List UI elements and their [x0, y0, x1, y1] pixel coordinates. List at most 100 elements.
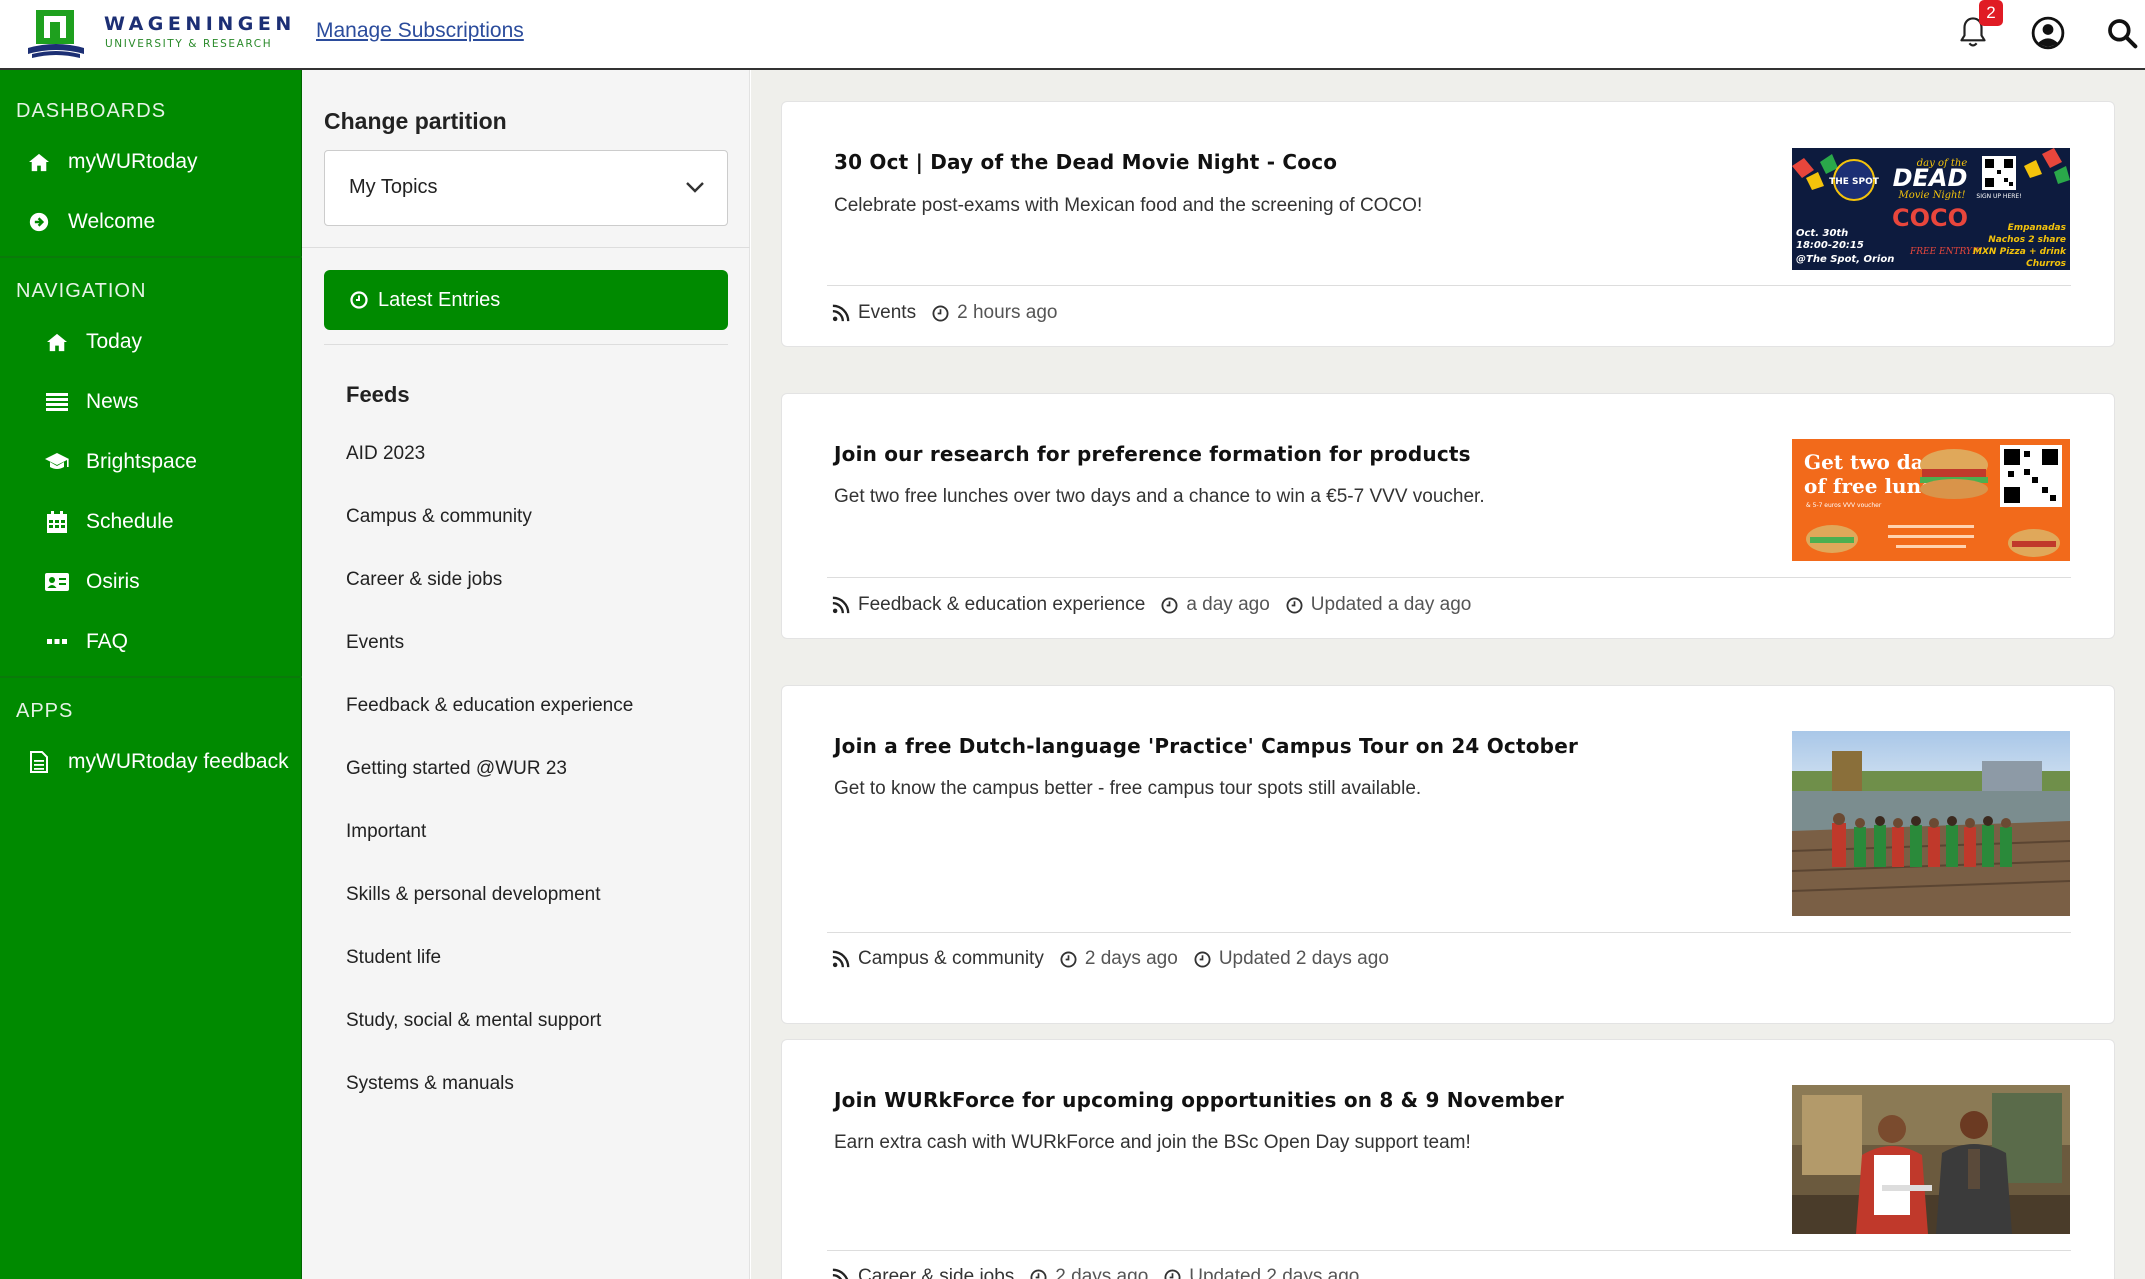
thumb-text: COCO — [1892, 204, 1968, 232]
article-thumbnail[interactable] — [1792, 731, 2070, 916]
article-category[interactable]: Feedback & education experience — [832, 594, 1145, 616]
ellipsis-icon — [44, 631, 70, 653]
sidebar-item-brightspace[interactable]: Brightspace — [44, 450, 197, 474]
sidebar-item-schedule[interactable]: Schedule — [44, 510, 174, 534]
id-card-icon — [44, 571, 70, 593]
home-icon — [44, 331, 70, 353]
feeds-heading: Feeds — [346, 382, 410, 407]
article-meta: Feedback & education experience a day ag… — [832, 594, 1487, 616]
rss-icon — [832, 304, 850, 322]
clock-icon — [1286, 596, 1303, 614]
clock-icon — [1164, 1268, 1181, 1279]
feed-item[interactable]: Feedback & education experience — [346, 695, 633, 717]
article-posted-time: 2 days ago — [1030, 1266, 1148, 1279]
feed-item[interactable]: Study, social & mental support — [346, 1010, 601, 1032]
article-thumbnail[interactable]: Get two days of free lunch & 5-7 euros V… — [1792, 439, 2070, 561]
top-header: WAGENINGEN UNIVERSITY & RESEARCH Manage … — [0, 0, 2145, 70]
feed-item[interactable]: Student life — [346, 947, 441, 969]
sidebar-item-label: Welcome — [68, 210, 156, 233]
home-icon — [26, 151, 52, 173]
wur-logo-mark-icon — [28, 10, 84, 58]
feed-item[interactable]: Skills & personal development — [346, 884, 601, 906]
sidebar-item-welcome[interactable]: Welcome — [26, 210, 155, 234]
sidebar-item-mywurtoday-feedback[interactable]: myWURtoday feedback — [26, 750, 289, 774]
feed-content: 30 Oct | Day of the Dead Movie Night - C… — [751, 70, 2145, 1279]
sidebar-item-label: News — [86, 390, 139, 413]
feed-item[interactable]: Campus & community — [346, 506, 532, 528]
manage-subscriptions-link[interactable]: Manage Subscriptions — [316, 19, 524, 43]
divider — [827, 285, 2071, 286]
article-description: Celebrate post-exams with Mexican food a… — [834, 195, 1423, 216]
dashboards-heading: DASHBOARDS — [16, 100, 167, 122]
clock-icon — [1194, 950, 1211, 968]
article-posted-label: a day ago — [1186, 594, 1270, 615]
clock-icon — [1060, 950, 1077, 968]
feed-item[interactable]: Important — [346, 821, 426, 843]
article-card[interactable]: Join a free Dutch-language 'Practice' Ca… — [781, 685, 2115, 1024]
article-thumbnail[interactable] — [1792, 1085, 2070, 1234]
sidebar-item-today[interactable]: Today — [44, 330, 142, 354]
account-button[interactable] — [2028, 13, 2068, 53]
navigation-heading: NAVIGATION — [16, 280, 147, 302]
document-icon — [26, 751, 52, 773]
article-card[interactable]: 30 Oct | Day of the Dead Movie Night - C… — [781, 101, 2115, 347]
article-card[interactable]: Join our research for preference formati… — [781, 393, 2115, 639]
thumb-text: Churros — [2026, 259, 2066, 269]
thumb-text: 18:00-20:15 — [1796, 240, 1864, 251]
article-updated-label: Updated 2 days ago — [1218, 948, 1389, 969]
partition-select[interactable]: My Topics — [324, 150, 728, 226]
logo-subtitle: UNIVERSITY & RESEARCH — [105, 38, 273, 50]
thumb-text: FREE ENTRY!!! — [1909, 247, 1983, 257]
thumb-text: Nachos 2 share — [1988, 235, 2066, 245]
article-category[interactable]: Campus & community — [832, 948, 1044, 970]
article-title[interactable]: Join our research for preference formati… — [834, 442, 1471, 466]
clock-icon — [1030, 1268, 1047, 1279]
feed-item[interactable]: Career & side jobs — [346, 569, 502, 591]
sidebar-item-news[interactable]: News — [44, 390, 139, 414]
latest-entries-button[interactable]: Latest Entries — [324, 270, 728, 330]
article-title[interactable]: Join WURkForce for upcoming opportunitie… — [834, 1088, 1564, 1112]
article-posted-label: 2 days ago — [1084, 948, 1178, 969]
article-description: Get to know the campus better - free cam… — [834, 778, 1422, 799]
sidebar-item-faq[interactable]: FAQ — [44, 630, 128, 654]
article-thumbnail[interactable]: THE SPOT day of the DEAD Movie Night! SI… — [1792, 148, 2070, 270]
divider — [827, 577, 2071, 578]
feed-item[interactable]: Events — [346, 632, 404, 654]
article-updated-label: Updated a day ago — [1310, 594, 1472, 615]
sidebar-item-label: Brightspace — [86, 450, 197, 473]
clock-icon — [1161, 596, 1178, 614]
graduation-cap-icon — [44, 451, 70, 473]
sidebar-item-mywurtoday[interactable]: myWURtoday — [26, 150, 198, 174]
wur-logo[interactable]: WAGENINGEN UNIVERSITY & RESEARCH — [28, 8, 291, 60]
rss-icon — [832, 950, 850, 968]
divider — [302, 247, 750, 248]
article-category[interactable]: Career & side jobs — [832, 1266, 1014, 1279]
article-updated-time: Updated a day ago — [1286, 594, 1472, 616]
search-button[interactable] — [2102, 13, 2142, 53]
feed-item[interactable]: AID 2023 — [346, 443, 425, 465]
article-updated-time: Updated 2 days ago — [1164, 1266, 1359, 1279]
sidebar: DASHBOARDS myWURtoday Welcome NAVIGATION… — [0, 70, 302, 1279]
sidebar-item-label: FAQ — [86, 630, 129, 653]
article-category-label: Career & side jobs — [858, 1266, 1015, 1279]
article-meta: Career & side jobs 2 days ago Updated 2 … — [832, 1266, 1375, 1279]
article-title[interactable]: 30 Oct | Day of the Dead Movie Night - C… — [834, 150, 1337, 174]
article-category[interactable]: Events — [832, 302, 916, 324]
arrow-circle-right-icon — [26, 211, 52, 233]
article-category-label: Events — [858, 302, 917, 323]
search-icon — [2108, 19, 2138, 49]
clock-icon — [350, 291, 368, 309]
calendar-icon — [44, 511, 70, 533]
article-card[interactable]: Join WURkForce for upcoming opportunitie… — [781, 1039, 2115, 1279]
feed-item[interactable]: Getting started @WUR 23 — [346, 758, 567, 780]
article-description: Get two free lunches over two days and a… — [834, 486, 1485, 507]
partition-select-value: My Topics — [349, 176, 438, 198]
thumb-text: DEAD — [1893, 164, 1968, 192]
feed-item[interactable]: Systems & manuals — [346, 1073, 514, 1095]
thumb-text: Empanadas — [2008, 223, 2067, 233]
article-updated-label: Updated 2 days ago — [1189, 1266, 1360, 1279]
article-posted-time: 2 days ago — [1060, 948, 1178, 970]
sidebar-item-osiris[interactable]: Osiris — [44, 570, 140, 594]
notification-count-badge: 2 — [1979, 0, 2003, 26]
article-title[interactable]: Join a free Dutch-language 'Practice' Ca… — [834, 734, 1578, 758]
